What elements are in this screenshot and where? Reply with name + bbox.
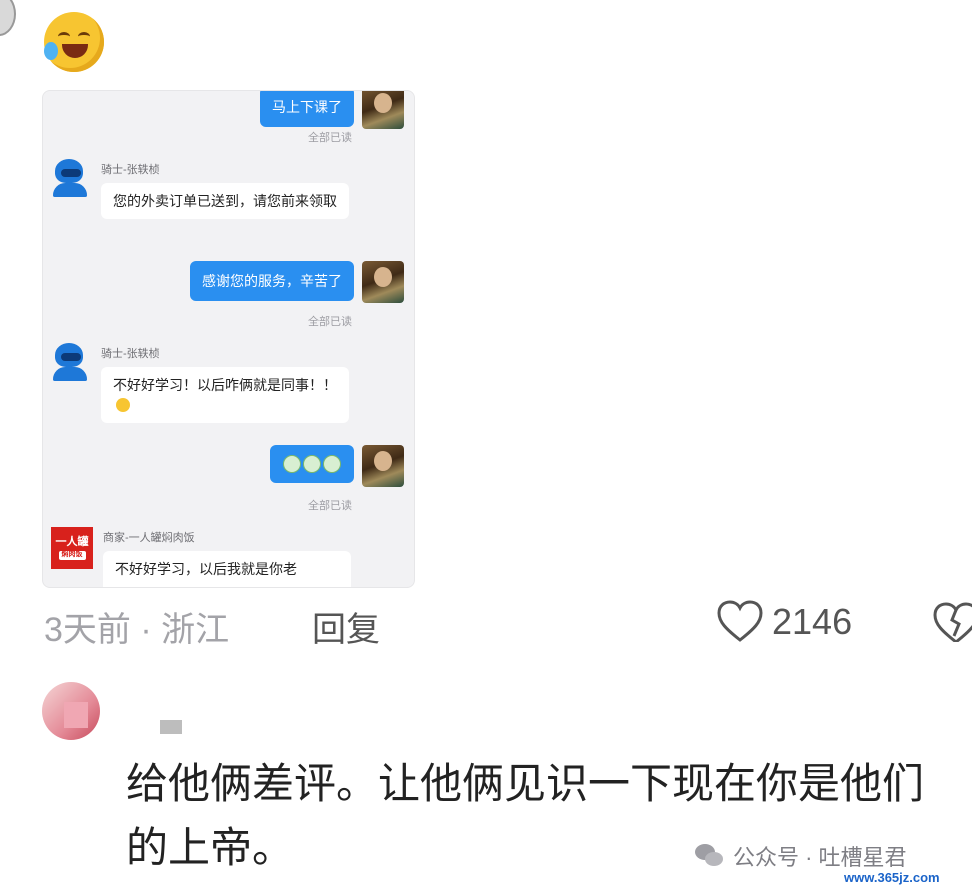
rider-avatar-icon: [51, 157, 91, 197]
laughing-crying-emoji-icon: [44, 12, 104, 72]
read-status: 全部已读: [308, 500, 352, 512]
chat-bubble: 感谢您的服务，辛苦了: [190, 261, 354, 301]
chat-message-left: 一人罐 焖肉饭 商家-一人罐焖肉饭 不好好学习，以后我就是你老: [51, 527, 351, 587]
sender-name: 商家-一人罐焖肉饭: [103, 532, 195, 544]
corner-avatar: [0, 0, 16, 36]
rider-avatar-icon: [51, 341, 91, 381]
sad-emoji-icon: [283, 455, 301, 473]
watermark-account: 公众号 · 吐槽星君: [733, 845, 907, 870]
chat-bubble-emoji: [270, 445, 354, 483]
reply-button[interactable]: 回复: [312, 602, 380, 651]
shop-avatar-icon: 一人罐 焖肉饭: [51, 527, 93, 569]
chat-bubble: 您的外卖订单已送到，请您前来领取: [101, 183, 349, 219]
chat-message-left: 骑士-张轶桢 您的外卖订单已送到，请您前来领取: [51, 157, 349, 219]
wechat-icon: [695, 844, 725, 868]
user-avatar: [362, 91, 404, 129]
read-status: 全部已读: [308, 132, 352, 144]
read-status: 全部已读: [308, 316, 352, 328]
sad-emoji-icon: [323, 455, 341, 473]
heart-outline-icon: [717, 600, 763, 642]
like-button[interactable]: 2146: [716, 600, 852, 644]
chat-message-left: 骑士-张轶桢 不好好学习！以后咋俩就是同事！！: [51, 341, 349, 423]
chat-message-right: [270, 445, 404, 487]
comment-time-location: 3天前 · 浙江: [44, 611, 230, 649]
chat-screenshot-image: 马上下课了 全部已读 骑士-张轶桢 您的外卖订单已送到，请您前来领取 感谢您的服…: [42, 90, 415, 588]
sad-emoji-icon: [303, 455, 321, 473]
user-avatar: [362, 261, 404, 303]
commenter-avatar[interactable]: [42, 682, 100, 740]
chat-message-right: 马上下课了: [260, 91, 404, 129]
chat-bubble: 不好好学习！以后咋俩就是同事！！: [101, 367, 349, 423]
chat-message-right: 感谢您的服务，辛苦了: [190, 261, 404, 303]
watermark: 公众号 · 吐槽星君: [695, 840, 907, 872]
dislike-button[interactable]: [932, 602, 972, 642]
sender-name: 骑士-张轶桢: [101, 348, 160, 360]
chat-bubble: 不好好学习，以后我就是你老: [103, 551, 351, 587]
like-count: 2146: [772, 601, 853, 642]
broken-heart-icon: [933, 602, 972, 642]
username-blurred: [160, 720, 182, 734]
sender-name: 骑士-张轶桢: [101, 164, 160, 176]
chat-bubble: 马上下课了: [260, 91, 354, 127]
watermark-site: www.365jz.com: [844, 870, 940, 885]
laughing-crying-emoji-icon: [116, 398, 130, 412]
user-avatar: [362, 445, 404, 487]
